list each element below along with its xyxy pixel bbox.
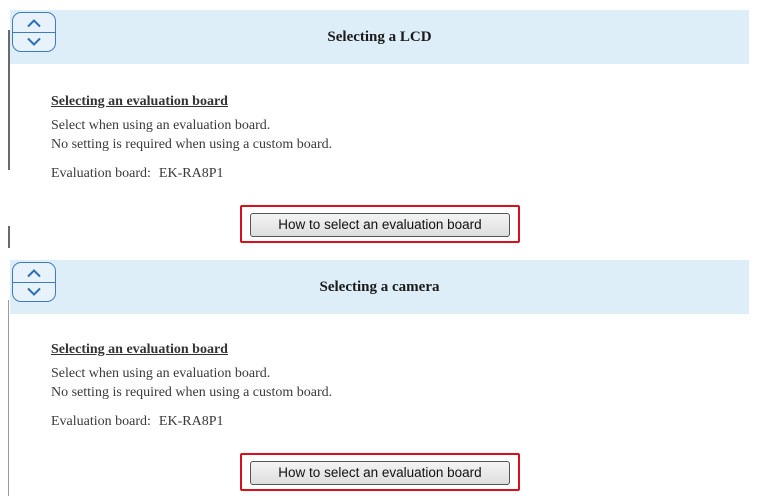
camera-panel-title: Selecting a camera [319,279,440,295]
camera-panel-content: Selecting an evaluation board Select whe… [51,340,737,431]
description-line: No setting is required when using a cust… [51,137,333,152]
camera-panel: Selecting a camera Selecting an evaluati… [0,254,757,496]
chevron-down-icon [27,287,41,296]
how-to-select-board-button[interactable]: How to select an evaluation board [250,213,510,237]
description-line: Select when using an evaluation board. [51,118,271,133]
camera-panel-header: Selecting a camera [10,260,749,315]
scroll-up-button[interactable] [13,263,55,283]
scroll-up-button[interactable] [13,13,55,33]
highlight-box: How to select an evaluation board [240,453,520,491]
chevron-up-icon [27,18,41,27]
scroll-down-button[interactable] [13,32,55,51]
chevron-up-icon [27,268,41,277]
highlight-box: How to select an evaluation board [240,205,520,243]
evaluation-board-row: Evaluation board: EK-RA8P1 [51,164,737,183]
chevron-down-icon [27,37,41,46]
evaluation-board-row: Evaluation board: EK-RA8P1 [51,412,737,431]
section-title: Selecting an evaluation board [51,342,228,357]
evaluation-board-value: EK-RA8P1 [158,166,224,181]
panel-left-rule [8,300,9,496]
panel-left-rule-lower [8,226,10,248]
lcd-panel: Selecting a LCD Selecting an evaluation … [0,0,757,248]
scroll-down-button[interactable] [13,282,55,301]
evaluation-board-label: Evaluation board: [51,166,151,181]
collapse-toggle[interactable] [12,262,56,302]
collapse-toggle[interactable] [12,12,56,52]
section-title: Selecting an evaluation board [51,94,228,109]
evaluation-board-value: EK-RA8P1 [158,414,224,429]
lcd-panel-content: Selecting an evaluation board Select whe… [51,92,737,183]
evaluation-board-label: Evaluation board: [51,414,151,429]
how-to-select-board-button[interactable]: How to select an evaluation board [250,461,510,485]
description-line: No setting is required when using a cust… [51,385,333,400]
description-line: Select when using an evaluation board. [51,366,271,381]
lcd-panel-header: Selecting a LCD [10,10,749,65]
lcd-panel-title: Selecting a LCD [327,29,432,45]
